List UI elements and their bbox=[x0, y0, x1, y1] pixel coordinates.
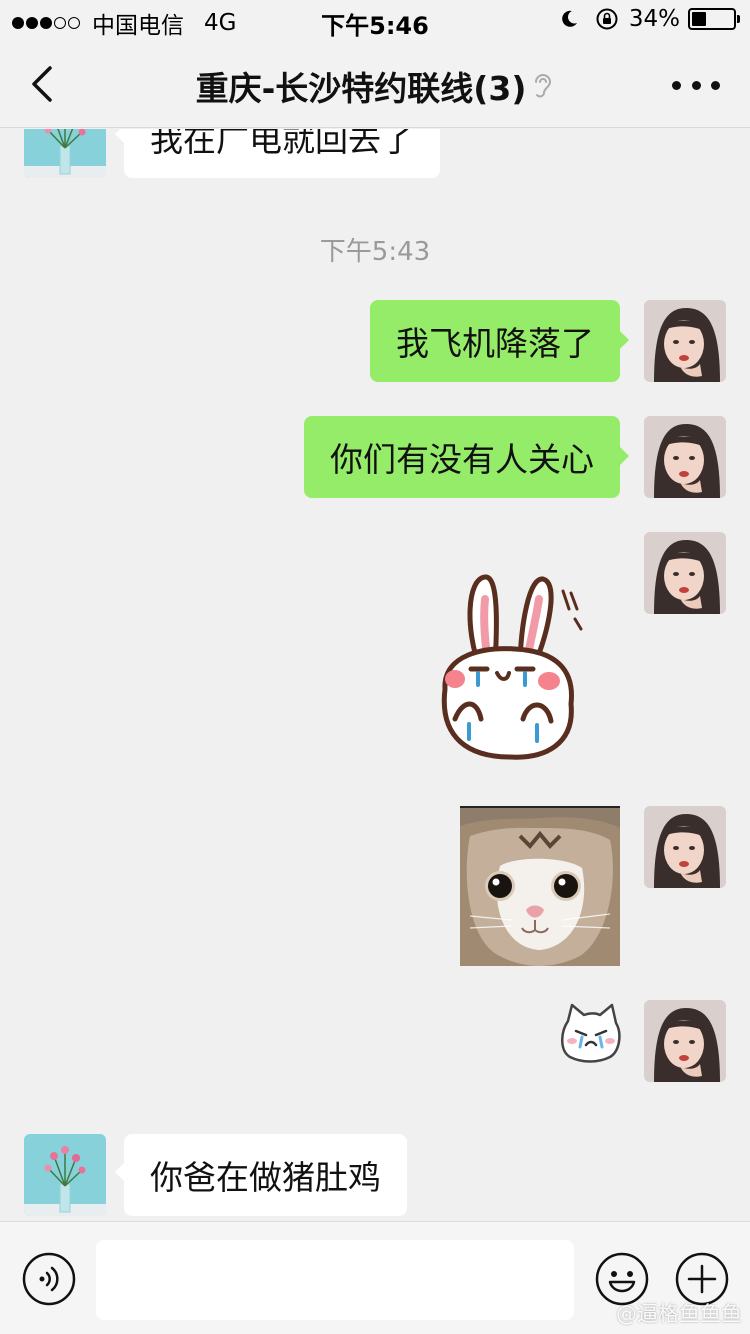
status-right: 34% bbox=[559, 6, 740, 32]
message-timestamp: 下午5:43 bbox=[319, 237, 431, 267]
avatar-flowers[interactable] bbox=[24, 129, 106, 178]
self-portrait-avatar-icon bbox=[644, 806, 726, 888]
avatar-self[interactable] bbox=[644, 416, 726, 498]
flower-vase-avatar-icon bbox=[24, 129, 106, 178]
cat-photo-image[interactable] bbox=[460, 806, 620, 966]
message-bubble-outgoing[interactable]: 我飞机降落了 bbox=[370, 300, 629, 382]
message-text: 我飞机降落了 bbox=[396, 324, 594, 363]
weibo-watermark: @逼格鱼鱼鱼 bbox=[616, 1302, 742, 1326]
dot-icon bbox=[691, 80, 701, 90]
self-portrait-avatar-icon bbox=[644, 1000, 726, 1082]
avatar-self[interactable] bbox=[644, 1000, 726, 1082]
do-not-disturb-moon-icon bbox=[562, 10, 577, 27]
self-portrait-avatar-icon bbox=[644, 300, 726, 382]
crying-cat-sticker[interactable] bbox=[558, 999, 624, 1065]
message-list[interactable]: 我在广电就回去了 下午5:43 我飞机降落了 你们有没有人关心 你爸在做猪肚鸡 bbox=[0, 129, 750, 1221]
message-bubble-incoming[interactable]: 我在广电就回去了 bbox=[115, 129, 440, 178]
more-options-button[interactable] bbox=[672, 70, 720, 100]
chat-title: 重庆-长沙特约联线(3) bbox=[195, 69, 527, 108]
chat-header: 重庆-长沙特约联线(3) bbox=[0, 40, 750, 128]
self-portrait-avatar-icon bbox=[644, 416, 726, 498]
crying-rabbit-sticker[interactable] bbox=[425, 569, 585, 769]
voice-input-button[interactable] bbox=[22, 1252, 76, 1306]
message-bubble-outgoing[interactable]: 你们有没有人关心 bbox=[304, 416, 629, 498]
chat-title-container: 重庆-长沙特约联线(3) bbox=[0, 62, 750, 110]
earpiece-mode-icon bbox=[535, 74, 552, 98]
avatar-self[interactable] bbox=[644, 532, 726, 614]
dot-icon bbox=[711, 80, 720, 90]
rotation-lock-icon bbox=[596, 8, 618, 30]
message-text: 你们有没有人关心 bbox=[330, 440, 594, 479]
message-text: 你爸在做猪肚鸡 bbox=[150, 1158, 381, 1197]
self-portrait-avatar-icon bbox=[644, 532, 726, 614]
avatar-self[interactable] bbox=[644, 300, 726, 382]
avatar-self[interactable] bbox=[644, 806, 726, 888]
battery-icon bbox=[688, 8, 740, 30]
status-bar: 中国电信 4G 下午5:46 34% bbox=[0, 0, 750, 40]
chat-input-bar: @逼格鱼鱼鱼 bbox=[0, 1221, 750, 1334]
dot-icon bbox=[672, 80, 681, 90]
battery-percentage: 34% bbox=[628, 6, 680, 32]
flower-vase-avatar-icon bbox=[24, 1134, 106, 1216]
avatar-flowers[interactable] bbox=[24, 1134, 106, 1216]
message-text: 我在广电就回去了 bbox=[150, 129, 414, 159]
message-bubble-incoming[interactable]: 你爸在做猪肚鸡 bbox=[115, 1134, 407, 1216]
message-input[interactable] bbox=[96, 1240, 574, 1320]
